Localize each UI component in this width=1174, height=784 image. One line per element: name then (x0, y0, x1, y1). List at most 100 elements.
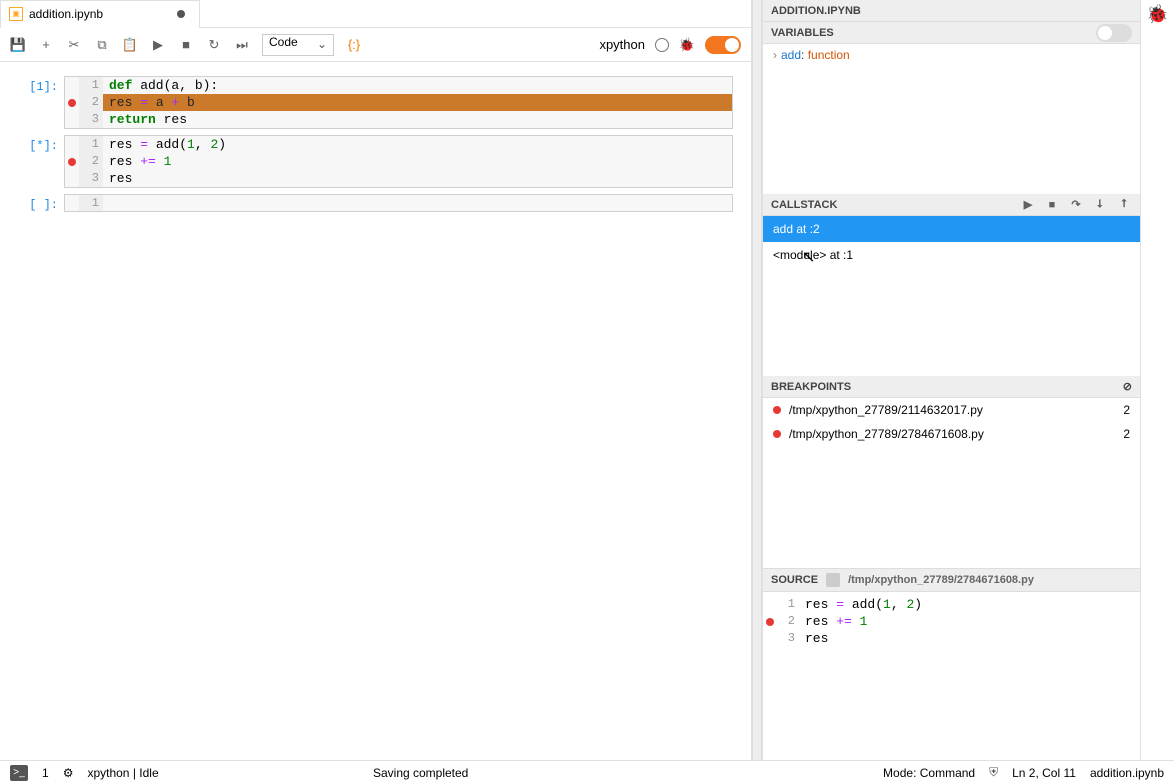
breakpoint-gutter[interactable] (65, 77, 79, 94)
code-content[interactable]: res += 1 (799, 613, 1140, 630)
breakpoint-item[interactable]: /tmp/xpython_27789/2114632017.py2 (763, 398, 1140, 422)
toolbar: 💾 + ✂ ⧉ 📋 ▶ ■ ↻ ⏭ Code {:} xpython 🐞 (0, 28, 751, 62)
line-number: 2 (777, 613, 799, 630)
breakpoints-body[interactable]: /tmp/xpython_27789/2114632017.py2/tmp/xp… (763, 398, 1140, 568)
settings-icon[interactable]: ⚙ (63, 766, 74, 780)
cell-editor[interactable]: 1def add(a, b):2 res = a + b3 return res (64, 76, 733, 129)
step-over-icon[interactable]: ↷ (1068, 197, 1084, 213)
trusted-icon[interactable]: ⛨ (989, 765, 998, 780)
status-kernel[interactable]: xpython | Idle (87, 766, 158, 780)
paste-icon[interactable]: 📋 (122, 37, 138, 53)
breakpoint-item[interactable]: /tmp/xpython_27789/2784671608.py2 (763, 422, 1140, 446)
breakpoint-gutter[interactable] (65, 94, 79, 111)
source-header[interactable]: SOURCE /tmp/xpython_27789/2784671608.py (763, 568, 1140, 592)
bug-icon[interactable]: 🐞 (679, 37, 695, 53)
variable-name: add (781, 48, 801, 62)
terminate-icon[interactable]: ■ (1044, 197, 1060, 213)
code-content[interactable]: res (799, 630, 1140, 647)
run-all-icon[interactable]: ⏭ (234, 37, 250, 53)
celltype-select[interactable]: Code (262, 34, 334, 56)
copy-icon[interactable]: ⧉ (94, 37, 110, 53)
breakpoint-gutter[interactable] (65, 136, 79, 153)
code-content[interactable]: res += 1 (103, 153, 732, 170)
kernel-name[interactable]: xpython (599, 37, 645, 52)
debug-toggle[interactable] (705, 36, 741, 54)
right-area: ADDITION.IPYNB VARIABLES ›add: function … (762, 0, 1174, 760)
debugger-title-label: ADDITION.IPYNB (771, 5, 861, 17)
stop-icon[interactable]: ■ (178, 37, 194, 53)
code-line[interactable]: 2 res = a + b (65, 94, 732, 111)
breakpoint-gutter[interactable] (763, 613, 777, 630)
breakpoint-dot-icon[interactable] (773, 406, 781, 414)
drag-handle[interactable] (752, 0, 762, 760)
source-line[interactable]: 1res = add(1, 2) (763, 596, 1140, 613)
code-line[interactable]: 1def add(a, b): (65, 77, 732, 94)
code-content[interactable]: return res (103, 111, 732, 128)
variables-body[interactable]: ›add: function (763, 44, 1140, 194)
debugger-rail-icon[interactable]: 🐞 (1146, 4, 1168, 25)
line-number: 1 (79, 195, 103, 211)
add-icon[interactable]: + (38, 37, 54, 53)
code-content[interactable] (103, 195, 732, 211)
cell-editor[interactable]: 1 (64, 194, 733, 212)
code-line[interactable]: 1 (65, 195, 732, 211)
callstack-body[interactable]: add at :2<module> at :1 (763, 216, 1140, 376)
source-body[interactable]: 1res = add(1, 2)2res += 13res (763, 592, 1140, 760)
cell-editor[interactable]: 1res = add(1, 2)2res += 13res (64, 135, 733, 188)
step-in-icon[interactable]: ⭣ (1092, 197, 1108, 213)
line-number: 2 (79, 94, 103, 111)
breakpoint-dot-icon[interactable] (766, 618, 774, 626)
code-line[interactable]: 1res = add(1, 2) (65, 136, 732, 153)
switch-knob-icon (1098, 26, 1112, 40)
breakpoint-gutter[interactable] (763, 630, 777, 647)
source-path: /tmp/xpython_27789/2784671608.py (848, 574, 1034, 586)
status-terminals[interactable]: 1 (42, 766, 49, 780)
switch-knob-icon (725, 38, 739, 52)
breakpoint-dot-icon[interactable] (68, 158, 76, 166)
callstack-header[interactable]: CALLSTACK ▶ ■ ↷ ⭣ ⭡ (763, 194, 1140, 216)
breakpoints-header[interactable]: BREAKPOINTS ⊘ (763, 376, 1140, 398)
code-cell[interactable]: [1]:1def add(a, b):2 res = a + b3 return… (8, 76, 733, 129)
breakpoint-gutter[interactable] (65, 170, 79, 187)
code-line[interactable]: 3 return res (65, 111, 732, 128)
clear-breakpoints-icon[interactable]: ⊘ (1123, 380, 1132, 393)
breakpoint-gutter[interactable] (763, 596, 777, 613)
breakpoint-gutter[interactable] (65, 195, 79, 211)
code-cell[interactable]: [ ]:1 (8, 194, 733, 212)
line-number: 1 (79, 136, 103, 153)
continue-icon[interactable]: ▶ (1020, 197, 1036, 213)
breakpoint-path: /tmp/xpython_27789/2784671608.py (789, 427, 984, 441)
save-icon[interactable]: 💾 (10, 37, 26, 53)
code-cell[interactable]: [*]:1res = add(1, 2)2res += 13res (8, 135, 733, 188)
restart-icon[interactable]: ↻ (206, 37, 222, 53)
status-cursor: Ln 2, Col 11 (1012, 766, 1076, 780)
render-icon[interactable]: {:} (346, 37, 362, 53)
breakpoint-gutter[interactable] (65, 153, 79, 170)
code-line[interactable]: 2res += 1 (65, 153, 732, 170)
callstack-item[interactable]: <module> at :1 (763, 242, 1140, 268)
source-line[interactable]: 2res += 1 (763, 613, 1140, 630)
file-icon (826, 573, 840, 587)
tab-addition[interactable]: ▣ addition.ipynb (0, 0, 200, 28)
breakpoint-dot-icon[interactable] (773, 430, 781, 438)
code-content[interactable]: res (103, 170, 732, 187)
line-number: 3 (79, 170, 103, 187)
cut-icon[interactable]: ✂ (66, 37, 82, 53)
code-content[interactable]: res = a + b (103, 94, 732, 111)
code-content[interactable]: res = add(1, 2) (103, 136, 732, 153)
breakpoint-gutter[interactable] (65, 111, 79, 128)
notebook-body[interactable]: [1]:1def add(a, b):2 res = a + b3 return… (0, 62, 751, 760)
code-content[interactable]: res = add(1, 2) (799, 596, 1140, 613)
breakpoint-dot-icon[interactable] (68, 99, 76, 107)
run-icon[interactable]: ▶ (150, 37, 166, 53)
code-content[interactable]: def add(a, b): (103, 77, 732, 94)
step-out-icon[interactable]: ⭡ (1116, 197, 1132, 213)
line-number: 1 (79, 77, 103, 94)
variables-header[interactable]: VARIABLES (763, 22, 1140, 44)
code-line[interactable]: 3res (65, 170, 732, 187)
variable-row[interactable]: ›add: function (763, 44, 1140, 66)
terminal-icon[interactable]: >_ (10, 765, 28, 781)
source-line[interactable]: 3res (763, 630, 1140, 647)
variables-toggle[interactable] (1096, 24, 1132, 42)
callstack-item[interactable]: add at :2 (763, 216, 1140, 242)
